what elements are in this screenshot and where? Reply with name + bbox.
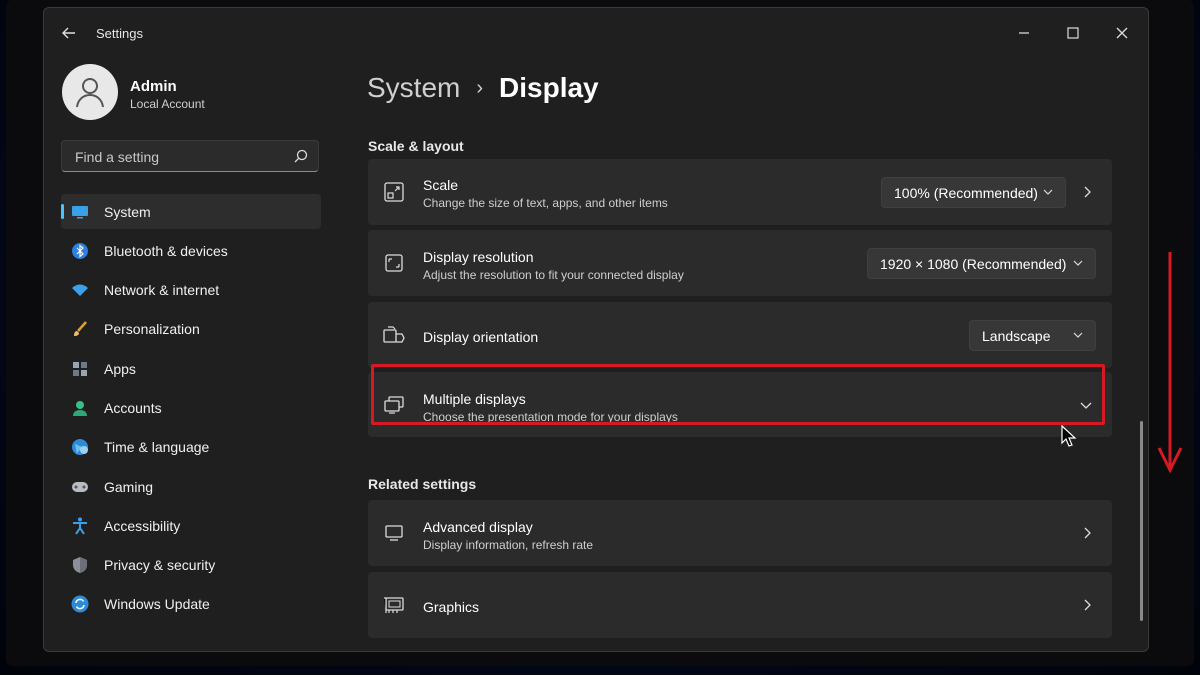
sidebar-item-label: Apps (104, 360, 136, 377)
sidebar-item-network[interactable]: Network & internet (61, 273, 321, 308)
scale-title: Scale (423, 177, 459, 193)
chevron-down-icon (1073, 332, 1083, 338)
user-name: Admin (130, 78, 177, 95)
sidebar-item-apps[interactable]: Apps (61, 351, 321, 386)
sidebar-item-label: Time & language (104, 439, 210, 456)
sidebar-nav: System Bluetooth & devices Network & int… (61, 194, 321, 626)
chevron-right-icon (1084, 599, 1091, 611)
sidebar-item-label: Privacy & security (104, 557, 216, 574)
sidebar-item-label: Gaming (104, 478, 154, 495)
scale-dropdown-value: 100% (Recommended) (894, 184, 1038, 201)
advanced-display-title: Advanced display (423, 519, 533, 535)
section-related-settings: Related settings (368, 476, 477, 492)
orientation-card: Display orientation Landscape (368, 302, 1112, 368)
section-scale-layout: Scale & layout (368, 138, 464, 154)
breadcrumb-parent[interactable]: System (367, 72, 460, 104)
scale-dropdown[interactable]: 100% (Recommended) (881, 177, 1066, 208)
mouse-cursor-icon (1061, 425, 1077, 447)
back-arrow-icon (62, 27, 75, 39)
sidebar-item-personalization[interactable]: Personalization (61, 312, 321, 347)
brush-icon (71, 320, 89, 338)
sidebar-item-time-language[interactable]: Time & language (61, 430, 321, 465)
accessibility-icon (71, 517, 89, 535)
close-button[interactable] (1105, 18, 1139, 48)
app-title: Settings (96, 26, 143, 41)
maximize-button[interactable] (1056, 18, 1090, 48)
user-account-type: Local Account (130, 97, 205, 111)
scale-card[interactable]: Scale Change the size of text, apps, and… (368, 159, 1112, 225)
shield-icon (71, 556, 89, 574)
accounts-icon (71, 399, 89, 417)
gamepad-icon (71, 478, 89, 496)
search-input[interactable] (73, 148, 287, 166)
chevron-down-icon (1073, 260, 1083, 266)
title-bar: Settings (44, 8, 1148, 56)
graphics-card-icon (383, 594, 405, 616)
chevron-right-icon[interactable] (1082, 186, 1092, 198)
scale-icon (383, 181, 405, 203)
chevron-right-icon (1084, 527, 1091, 539)
scrollbar-thumb[interactable] (1140, 421, 1143, 621)
orientation-dropdown-value: Landscape (982, 327, 1051, 344)
chevron-down-icon (1043, 189, 1053, 195)
sidebar-item-label: System (104, 203, 151, 220)
graphics-card[interactable]: Graphics (368, 572, 1112, 638)
apps-icon (71, 360, 89, 378)
search-box[interactable] (61, 140, 319, 172)
resolution-card: Display resolution Adjust the resolution… (368, 230, 1112, 296)
user-icon (76, 78, 104, 108)
graphics-title: Graphics (423, 599, 480, 615)
monitor-icon (383, 522, 405, 544)
resolution-dropdown-value: 1920 × 1080 (Recommended) (880, 255, 1067, 272)
update-icon (71, 595, 89, 613)
breadcrumb-separator: › (476, 76, 484, 99)
sidebar-item-accessibility[interactable]: Accessibility (61, 508, 321, 543)
minimize-button[interactable] (1007, 18, 1041, 48)
bluetooth-icon (71, 242, 89, 260)
sidebar-item-privacy[interactable]: Privacy & security (61, 548, 321, 583)
resolution-title: Display resolution (423, 249, 534, 265)
resolution-subtitle: Adjust the resolution to fit your connec… (423, 268, 684, 282)
orientation-title: Display orientation (423, 329, 539, 345)
sidebar: Admin Local Account System Bluetooth & d… (44, 56, 334, 651)
sidebar-item-label: Network & internet (104, 282, 220, 299)
orientation-icon (383, 324, 405, 346)
sidebar-item-label: Bluetooth & devices (104, 242, 228, 259)
wifi-icon (71, 281, 89, 299)
system-icon (71, 203, 89, 221)
sidebar-item-accounts[interactable]: Accounts (61, 390, 321, 425)
advanced-display-card[interactable]: Advanced display Display information, re… (368, 500, 1112, 566)
sidebar-item-label: Windows Update (104, 596, 210, 613)
sidebar-item-label: Accounts (104, 399, 162, 416)
page-title: Display (499, 72, 599, 103)
sidebar-item-gaming[interactable]: Gaming (61, 469, 321, 504)
avatar[interactable] (62, 64, 118, 120)
back-button[interactable] (58, 22, 80, 44)
advanced-display-subtitle: Display information, refresh rate (423, 538, 594, 552)
globe-icon (71, 438, 89, 456)
breadcrumb: System › Display (367, 72, 599, 104)
sidebar-item-bluetooth[interactable]: Bluetooth & devices (61, 233, 321, 268)
search-icon[interactable] (294, 149, 308, 163)
orientation-dropdown[interactable]: Landscape (969, 320, 1096, 351)
sidebar-item-system[interactable]: System (61, 194, 321, 229)
scale-subtitle: Change the size of text, apps, and other… (423, 196, 668, 210)
resolution-icon (383, 252, 405, 274)
highlight-box (371, 364, 1105, 425)
settings-window: Settings Admin Local Account System (43, 7, 1149, 652)
close-icon (1116, 27, 1128, 39)
sidebar-item-label: Accessibility (104, 517, 181, 534)
sidebar-item-windows-update[interactable]: Windows Update (61, 587, 321, 622)
maximize-icon (1067, 27, 1079, 39)
sidebar-item-label: Personalization (104, 321, 200, 338)
main-content: System › Display Scale & layout Scale Ch… (367, 56, 1113, 651)
resolution-dropdown[interactable]: 1920 × 1080 (Recommended) (867, 248, 1096, 279)
scroll-down-arrow-icon (1157, 252, 1183, 474)
minimize-icon (1019, 32, 1029, 34)
